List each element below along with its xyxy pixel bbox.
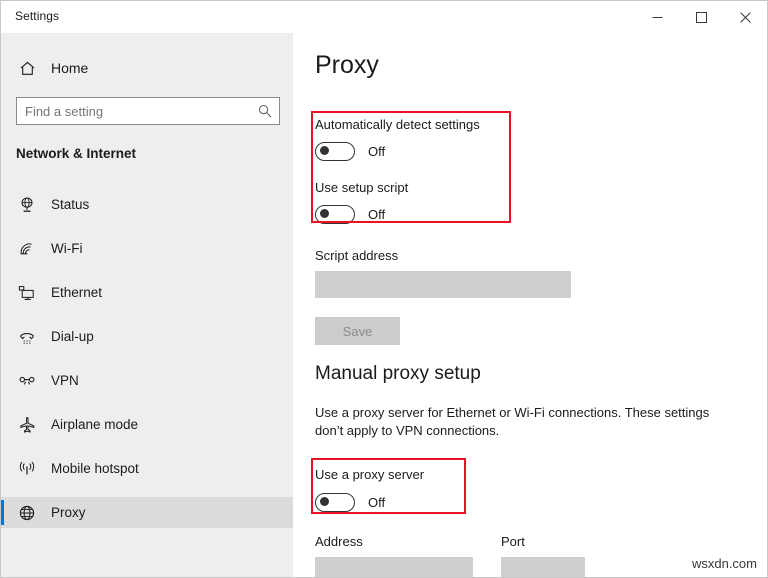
auto-detect-toggle-row: Off xyxy=(315,142,735,161)
sidebar-nav: Status Wi-Fi Ethernet Dial-up VPN Airpla… xyxy=(1,189,293,541)
sidebar-item-home[interactable]: Home xyxy=(1,51,293,85)
wifi-icon xyxy=(7,240,47,258)
sidebar-item-vpn[interactable]: VPN xyxy=(1,365,293,396)
page-title: Proxy xyxy=(315,51,379,79)
sidebar-item-mobile-hotspot[interactable]: Mobile hotspot xyxy=(1,453,293,484)
use-proxy-server-toggle[interactable] xyxy=(315,493,355,512)
port-input[interactable] xyxy=(501,557,585,577)
globe-icon xyxy=(7,504,47,522)
setup-script-toggle-row: Off xyxy=(315,205,735,224)
use-proxy-server-toggle-row: Off xyxy=(315,493,745,512)
sidebar-category-title: Network & Internet xyxy=(16,146,137,161)
main-content: Proxy Automatically detect settings Off … xyxy=(293,33,767,577)
address-port-row: Address Port xyxy=(315,534,745,577)
auto-detect-state: Off xyxy=(368,144,386,159)
address-input[interactable] xyxy=(315,557,473,577)
setup-script-label: Use setup script xyxy=(315,180,409,195)
maximize-icon xyxy=(695,11,707,23)
watermark: wsxdn.com xyxy=(691,556,757,571)
save-button[interactable]: Save xyxy=(315,317,400,345)
auto-detect-label: Automatically detect settings xyxy=(315,117,480,132)
sidebar-item-wifi[interactable]: Wi-Fi xyxy=(1,233,293,264)
toggle-knob xyxy=(320,209,329,219)
minimize-button[interactable] xyxy=(635,1,679,33)
manual-proxy-setup-description: Use a proxy server for Ethernet or Wi-Fi… xyxy=(315,405,710,438)
search-box[interactable] xyxy=(16,97,280,125)
script-address-input[interactable] xyxy=(315,271,571,298)
title-bar: Settings xyxy=(1,1,767,33)
port-label: Port xyxy=(501,534,525,549)
sidebar: Home Network & Internet xyxy=(1,1,293,577)
toggle-knob xyxy=(320,146,329,156)
script-address-label: Script address xyxy=(315,248,399,263)
selection-indicator xyxy=(1,500,4,525)
settings-window: Settings Home Find a setting Network & I… xyxy=(0,0,768,578)
auto-detect-toggle[interactable] xyxy=(315,142,355,161)
toggle-knob xyxy=(320,497,329,507)
sidebar-item-label: Ethernet xyxy=(51,285,103,300)
sidebar-item-label: Status xyxy=(51,197,90,212)
manual-proxy-setup-group: Manual proxy setup Use a proxy server fo… xyxy=(315,363,745,577)
home-icon xyxy=(7,60,47,77)
search-input[interactable] xyxy=(17,98,251,124)
sidebar-item-status[interactable]: Status xyxy=(1,189,293,220)
automatic-proxy-setup-group: Automatically detect settings Off Use se… xyxy=(315,117,735,345)
sidebar-item-label: VPN xyxy=(51,373,79,388)
window-controls xyxy=(635,1,767,33)
window-title: Settings xyxy=(15,9,60,23)
sidebar-item-label: Proxy xyxy=(51,505,86,520)
address-label: Address xyxy=(315,534,363,549)
use-proxy-server-label: Use a proxy server xyxy=(315,467,425,482)
close-icon xyxy=(739,11,751,23)
script-address-field-wrap xyxy=(315,271,571,298)
vpn-key-icon xyxy=(7,372,47,390)
address-field-group: Address xyxy=(315,534,473,577)
sidebar-item-label: Mobile hotspot xyxy=(51,461,139,476)
sidebar-item-label: Airplane mode xyxy=(51,417,139,432)
dialup-phone-icon xyxy=(7,328,47,346)
sidebar-item-label: Dial-up xyxy=(51,329,94,344)
setup-script-state: Off xyxy=(368,207,386,222)
ethernet-monitor-icon xyxy=(7,284,47,302)
airplane-icon xyxy=(7,416,47,434)
hotspot-broadcast-icon xyxy=(7,460,47,478)
setup-script-toggle[interactable] xyxy=(315,205,355,224)
save-button-wrap: Save xyxy=(315,317,735,345)
sidebar-item-dialup[interactable]: Dial-up xyxy=(1,321,293,352)
sidebar-item-airplane-mode[interactable]: Airplane mode xyxy=(1,409,293,440)
sidebar-item-ethernet[interactable]: Ethernet xyxy=(1,277,293,308)
close-button[interactable] xyxy=(723,1,767,33)
sidebar-item-proxy[interactable]: Proxy xyxy=(1,497,293,528)
network-status-icon xyxy=(7,196,47,214)
minimize-icon xyxy=(652,16,662,18)
port-field-group: Port xyxy=(501,534,585,577)
maximize-button[interactable] xyxy=(679,1,723,33)
manual-proxy-setup-heading: Manual proxy setup xyxy=(315,363,481,384)
sidebar-home-label: Home xyxy=(51,60,89,76)
use-proxy-server-state: Off xyxy=(368,495,386,510)
sidebar-item-label: Wi-Fi xyxy=(51,241,83,256)
search-icon[interactable] xyxy=(251,98,279,124)
